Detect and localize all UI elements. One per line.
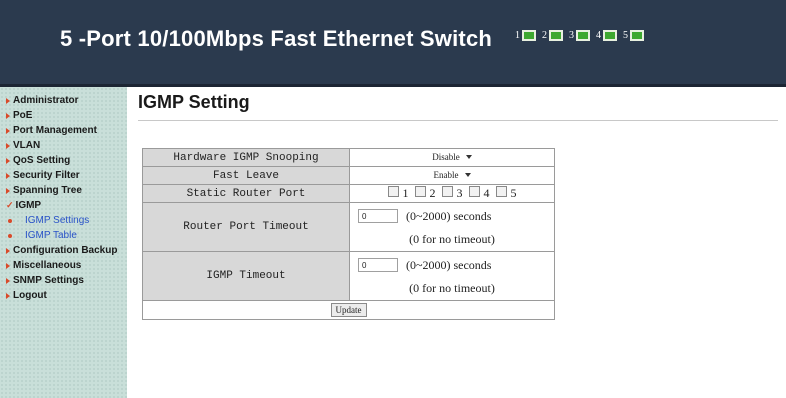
sidebar-item-spanning-tree[interactable]: Spanning Tree <box>6 183 117 198</box>
sidebar-item-administrator[interactable]: Administrator <box>6 93 117 108</box>
port-number: 2 <box>542 30 547 41</box>
port-led-icon <box>603 30 617 41</box>
port-checkbox[interactable] <box>414 186 426 197</box>
bullet-icon <box>8 233 12 238</box>
sidebar-menu: Administrator PoE Port Management VLAN Q… <box>6 93 117 303</box>
port-checkbox-item: 2 <box>414 186 436 201</box>
port-number: 3 <box>569 30 574 41</box>
arrow-right-icon <box>6 262 10 269</box>
sidebar-item-port-management[interactable]: Port Management <box>6 123 117 138</box>
port-indicator: 5 <box>623 30 644 41</box>
sidebar-item-qos-setting[interactable]: QoS Setting <box>6 153 117 168</box>
sidebar-item-security-filter[interactable]: Security Filter <box>6 168 117 183</box>
sidebar-item-miscellaneous[interactable]: Miscellaneous <box>6 258 117 273</box>
static-router-port-label: Static Router Port <box>142 184 350 203</box>
sidebar-subitem-igmp-settings[interactable]: IGMP Settings <box>6 213 117 228</box>
arrow-right-icon <box>6 97 10 104</box>
arrow-right-icon <box>6 292 10 299</box>
port-led-icon <box>522 30 536 41</box>
table-row: IGMP Timeout 0 (0~2000) seconds (0 for n… <box>142 251 555 301</box>
fast-leave-select[interactable]: Enable <box>432 170 473 180</box>
port-checkbox[interactable] <box>441 186 453 197</box>
port-led-icon <box>630 30 644 41</box>
port-led-icon <box>576 30 590 41</box>
expanded-check-icon: ✓ <box>6 200 14 210</box>
port-checkbox-item: 3 <box>441 186 463 201</box>
hardware-snooping-label: Hardware IGMP Snooping <box>142 148 350 167</box>
port-checkbox[interactable] <box>468 186 480 197</box>
sidebar-subitem-igmp-table[interactable]: IGMP Table <box>6 228 117 243</box>
chevron-down-icon <box>464 172 471 177</box>
arrow-right-icon <box>6 187 10 194</box>
update-button[interactable]: Update <box>330 303 367 317</box>
router-port-timeout-note: (0 for no timeout) <box>409 232 495 246</box>
sidebar-item-configuration-backup[interactable]: Configuration Backup <box>6 243 117 258</box>
port-indicator: 2 <box>542 30 563 41</box>
page-title: IGMP Setting <box>138 92 250 112</box>
igmp-timeout-cell: 0 (0~2000) seconds (0 for no timeout) <box>349 251 555 301</box>
igmp-timeout-range: (0~2000) seconds <box>406 257 492 272</box>
chevron-down-icon <box>465 154 472 159</box>
sidebar-item-snmp-settings[interactable]: SNMP Settings <box>6 273 117 288</box>
main-content: IGMP Setting Hardware IGMP Snooping Disa… <box>127 87 786 398</box>
router-port-timeout-label: Router Port Timeout <box>142 202 350 252</box>
arrow-right-icon <box>6 172 10 179</box>
router-port-timeout-range: (0~2000) seconds <box>406 208 492 223</box>
table-row: Update <box>142 300 555 320</box>
igmp-settings-table: Hardware IGMP Snooping Disable Fast Leav… <box>142 148 555 320</box>
router-port-timeout-input[interactable]: 0 <box>358 209 398 223</box>
sidebar-item-logout[interactable]: Logout <box>6 288 117 303</box>
port-indicator: 4 <box>596 30 617 41</box>
header-banner: 5 -Port 10/100Mbps Fast Ethernet Switch … <box>0 0 786 87</box>
arrow-right-icon <box>6 112 10 119</box>
port-number: 4 <box>596 30 601 41</box>
sidebar-item-igmp[interactable]: ✓ IGMP <box>6 198 117 213</box>
igmp-timeout-note: (0 for no timeout) <box>409 281 495 295</box>
hardware-snooping-cell: Disable <box>349 148 555 167</box>
port-indicator: 3 <box>569 30 590 41</box>
device-title: 5 -Port 10/100Mbps Fast Ethernet Switch <box>60 26 493 51</box>
port-status-indicators: 1 2 3 4 5 <box>515 30 644 41</box>
sidebar-item-vlan[interactable]: VLAN <box>6 138 117 153</box>
port-number: 5 <box>623 30 628 41</box>
static-router-port-cell: 1 2 3 4 5 <box>349 184 555 203</box>
port-led-icon <box>549 30 563 41</box>
arrow-right-icon <box>6 127 10 134</box>
fast-leave-cell: Enable <box>349 166 555 185</box>
table-row: Hardware IGMP Snooping Disable <box>142 148 555 167</box>
table-row: Static Router Port 1 2 3 4 5 <box>142 184 555 203</box>
igmp-timeout-input[interactable]: 0 <box>358 258 398 272</box>
hardware-snooping-select[interactable]: Disable <box>430 152 474 162</box>
bullet-icon <box>8 218 12 223</box>
arrow-right-icon <box>6 157 10 164</box>
sidebar: Administrator PoE Port Management VLAN Q… <box>0 87 127 398</box>
igmp-timeout-label: IGMP Timeout <box>142 251 350 301</box>
static-router-port-checkboxes: 1 2 3 4 5 <box>350 186 554 201</box>
router-port-timeout-cell: 0 (0~2000) seconds (0 for no timeout) <box>349 202 555 252</box>
table-row: Fast Leave Enable <box>142 166 555 185</box>
arrow-right-icon <box>6 247 10 254</box>
port-checkbox[interactable] <box>495 186 507 197</box>
port-checkbox-item: 1 <box>387 186 409 201</box>
arrow-right-icon <box>6 142 10 149</box>
port-checkbox[interactable] <box>387 186 399 197</box>
arrow-right-icon <box>6 277 10 284</box>
fast-leave-label: Fast Leave <box>142 166 350 185</box>
sidebar-item-poe[interactable]: PoE <box>6 108 117 123</box>
title-divider <box>138 120 778 121</box>
table-row: Router Port Timeout 0 (0~2000) seconds (… <box>142 202 555 252</box>
port-number: 1 <box>515 30 520 41</box>
port-checkbox-item: 4 <box>468 186 490 201</box>
port-checkbox-item: 5 <box>495 186 517 201</box>
port-indicator: 1 <box>515 30 536 41</box>
update-cell: Update <box>142 300 555 320</box>
